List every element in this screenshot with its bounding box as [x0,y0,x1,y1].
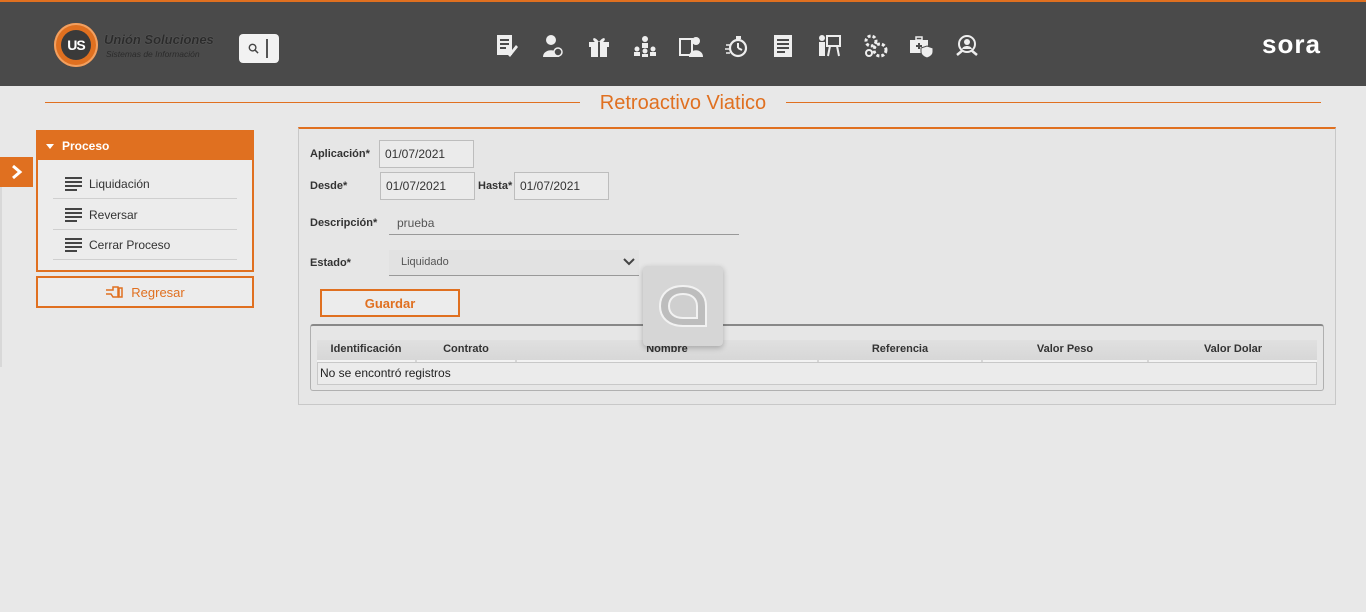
report-list-icon[interactable] [770,33,796,59]
logo-title: Unión Soluciones [104,32,214,47]
process-item-label: Cerrar Proceso [89,237,171,252]
estado-selected-value: Liquidado [401,256,449,268]
process-item-label: Reversar [89,207,138,222]
desde-date-input[interactable]: 01/07/2021 [380,172,475,200]
user-money-icon[interactable] [540,33,566,59]
title-rule-right [786,102,1321,103]
user-search-icon[interactable] [954,33,980,59]
search-icon [248,43,259,54]
table-empty-message: No se encontró registros [317,362,1317,385]
results-table: Identificación Contrato Nombre Referenci… [310,324,1324,391]
back-button[interactable]: Regresar [36,276,254,308]
aplicacion-label: Aplicación* [310,148,370,160]
desde-label: Desde* [310,180,348,192]
company-logo[interactable]: US Unión Soluciones Sistemas de Informac… [54,23,224,69]
list-icon [65,175,82,193]
top-bar: US Unión Soluciones Sistemas de Informac… [0,0,1366,86]
list-icon [65,206,82,224]
save-button[interactable]: Guardar [320,289,460,317]
document-edit-icon[interactable] [494,33,520,59]
process-item-label: Liquidación [89,176,150,191]
process-panel-header[interactable]: Proceso [38,132,252,160]
gears-icon[interactable] [862,33,888,59]
sora-brand-logo: sora [1262,32,1321,58]
logo-subtitle: Sistemas de Información [106,49,200,59]
search-button[interactable] [239,34,279,63]
process-item-reversar[interactable]: Reversar [53,200,237,230]
sidebar-toggle-button[interactable] [0,157,33,187]
chevron-down-icon [623,258,635,266]
back-button-label: Regresar [131,284,185,300]
loading-icon [658,284,707,327]
descripcion-label: Descripción* [310,217,378,229]
process-panel: Proceso Liquidación Reversar Cerrar Proc… [36,130,254,272]
page-title: Retroactivo Viatico [599,92,767,114]
loading-spinner [643,266,723,346]
caret-down-icon [46,143,54,149]
title-rule-left [45,102,580,103]
process-item-cerrar-proceso[interactable]: Cerrar Proceso [53,230,237,260]
gift-icon[interactable] [586,33,612,59]
user-card-icon[interactable] [678,33,704,59]
column-header-valor-peso[interactable]: Valor Peso [983,340,1147,362]
list-icon [65,236,82,254]
aplicacion-date-input[interactable]: 01/07/2021 [379,140,474,168]
medical-kit-shield-icon[interactable] [908,33,934,59]
hand-point-left-icon [106,286,124,298]
svg-text:sora: sora [1262,32,1321,58]
hierarchy-people-icon[interactable] [632,33,658,59]
chevron-right-icon [11,164,22,180]
process-item-liquidacion[interactable]: Liquidación [53,169,237,199]
process-panel-title: Proceso [62,139,110,153]
column-header-referencia[interactable]: Referencia [819,340,981,362]
hasta-date-input[interactable]: 01/07/2021 [514,172,609,200]
search-divider [266,39,268,58]
estado-select[interactable]: Liquidado [389,250,639,276]
sidebar-edge [0,187,2,367]
column-header-contrato[interactable]: Contrato [417,340,515,362]
logo-badge: US [54,23,98,67]
descripcion-input[interactable]: prueba [389,213,739,235]
logo-mark: US [61,30,91,60]
estado-label: Estado* [310,257,351,269]
stopwatch-icon[interactable] [724,33,750,59]
hasta-label: Hasta* [478,180,513,192]
column-header-identificacion[interactable]: Identificación [317,340,415,362]
presentation-icon[interactable] [816,33,842,59]
column-header-valor-dolar[interactable]: Valor Dolar [1149,340,1317,362]
table-header: Identificación Contrato Nombre Referenci… [317,340,1317,362]
